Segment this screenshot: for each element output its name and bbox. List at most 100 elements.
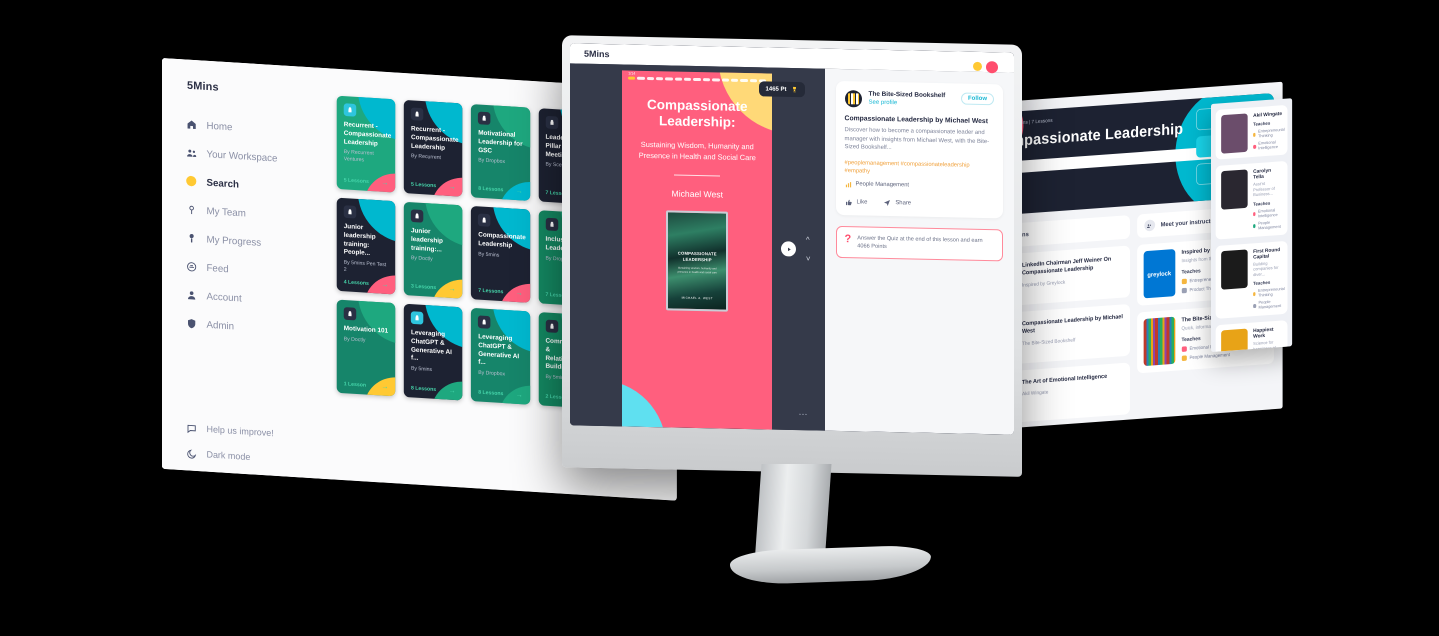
person-sub: Asst'nt Professor of Business... [1253,181,1275,198]
lesson-slide[interactable]: 1/14 Compassionate Leadership: Sustainin… [622,70,773,430]
share-button[interactable]: Share [883,199,911,208]
post-tags[interactable]: #peoplemanagement #compassionateleadersh… [845,159,994,178]
share-label: Share [895,200,912,207]
course-card[interactable]: Recurrent - Compassionate Leadership By R… [403,99,463,197]
sidebar-item-your-workspace[interactable]: Your Workspace [185,146,332,167]
topic-tag: People Management [1181,351,1246,362]
lock-icon [545,319,558,333]
topic-tag: Entrepreneurial Thinking [1253,127,1286,139]
lesson-count: 8 Lessons [478,185,504,193]
arrow-right-icon[interactable]: → [449,182,456,190]
people-column-screen: Akil Wingate Teaches Entrepreneurial Think… [1211,98,1293,352]
arrow-right-icon[interactable]: → [516,187,523,195]
lesson-count: 3 Lessons [410,283,437,291]
dot-icon [185,175,197,188]
sidebar-item-label: My Team [206,204,246,219]
person-card[interactable]: First Round Capital Building companies fo… [1215,240,1288,319]
person-card[interactable]: Happiest WorkScience for happiness at wo… [1215,320,1288,352]
sidebar-item-account[interactable]: Account [185,289,332,310]
greylock-logo: greylock [1143,249,1176,299]
more-options-icon[interactable]: ⋯ [799,409,809,420]
course-card[interactable]: Motivation 101 By Doctly 1 Lesson → [336,299,396,397]
book-subtitle: Sustaining wisdom, humanity and presence… [677,267,717,275]
lock-icon [343,103,357,117]
bookshelf-image [1143,316,1176,367]
lock-icon [343,307,357,321]
chat-icon [185,422,197,435]
teaches-label: Teaches [1253,200,1271,207]
play-button[interactable] [781,241,797,257]
progress-tick [721,78,729,82]
sidebar-item-my-team[interactable]: My Team [185,203,332,224]
person-name: Carolyn Tella [1253,167,1272,181]
publisher-avatar [844,90,862,108]
sidebar-item-label: Account [206,290,242,304]
lesson-count: 4 Lessons [343,279,369,287]
like-label: Like [856,199,868,206]
next-slide-icon[interactable]: ˅ [806,254,811,263]
moon-icon [185,447,197,460]
course-author: By 5mins [478,251,500,258]
slide-nav[interactable]: ^ ˅ [806,235,811,263]
arrow-right-icon[interactable]: → [381,382,388,390]
progress-tick [693,77,701,81]
sidebar-item-label: Admin [206,318,235,332]
progress-tick [749,79,757,82]
person-card[interactable]: Akil Wingate Teaches Entrepreneurial Think… [1215,104,1288,160]
sidebar-item-search[interactable]: Search [185,175,332,196]
team-icon [185,203,197,216]
course-title: Motivational Leadership for GSC [478,128,523,155]
dark-mode-toggle[interactable]: Dark mode [185,447,332,468]
sidebar: 5Mins Home Your Workspace Search My Team… [162,58,333,480]
lock-icon [545,217,558,232]
sidebar-item-feed[interactable]: Feed [185,260,332,281]
arrow-right-icon[interactable]: → [381,280,388,288]
book-title: COMPASSIONATE LEADERSHIP [677,251,717,263]
users-icon [185,146,197,159]
people-icon [1144,219,1155,232]
course-card[interactable]: Motivational Leadership for GSC By Dropbo… [471,104,530,201]
follow-button[interactable]: Follow [961,92,994,106]
course-author: By 5mins Pen Test 2 [343,259,387,273]
sidebar-item-admin[interactable]: Admin [185,317,332,338]
course-author: By Doctly [343,336,366,344]
see-profile-link[interactable]: See profile [869,100,946,108]
lock-icon [343,205,357,219]
course-card[interactable]: Leveraging ChatGPT & Generative AI f... B… [403,303,463,401]
avatar[interactable] [986,61,998,74]
book-cover: COMPASSIONATE LEADERSHIP Sustaining wisd… [666,210,729,313]
arrow-right-icon[interactable]: → [449,386,456,394]
arrow-right-icon[interactable]: → [516,288,523,296]
lesson-author: The Bite-Sized Bookshelf [1021,337,1076,347]
progress-tick [665,77,673,80]
topic-tag: People Management [1253,299,1286,311]
progress-tick [740,78,748,82]
post-category: People Management [845,181,994,191]
course-card[interactable]: Leveraging ChatGPT & Generative AI f... B… [471,307,530,405]
course-author: By Doctly [410,255,433,263]
like-button[interactable]: Like [845,198,868,206]
arrow-right-icon[interactable]: → [381,178,388,186]
person-card[interactable]: Carolyn Tella Asst'nt Professor of Busine… [1215,160,1288,240]
person-name: Akil Wingate [1253,110,1283,119]
sidebar-footer: Help us improve! Dark mode [162,421,332,469]
prev-slide-icon[interactable]: ^ [806,235,811,244]
arrow-right-icon[interactable]: → [516,390,523,398]
lock-icon [410,311,424,325]
person-name: Happiest Work [1253,326,1274,340]
help-us-improve-button[interactable]: Help us improve! [185,422,332,443]
home-icon [185,118,197,131]
course-card[interactable]: Junior leadership training: People... By … [336,197,396,295]
category-label: People Management [855,181,910,189]
arrow-right-icon[interactable]: → [449,284,456,292]
course-card[interactable]: Recurrent - Compassionate Leadership By R… [336,95,396,193]
progress-tick [655,77,664,80]
sidebar-item-label: Your Workspace [206,148,278,164]
sidebar-item-label: Search [206,176,239,190]
progress-tick [730,78,739,82]
course-card[interactable]: Compassionate Leadership By 5mins 7 Lesson… [471,205,530,303]
lesson-count: 8 Lessons [410,385,437,393]
teaches-label: Teaches [1253,280,1271,287]
sidebar-item-my-progress[interactable]: My Progress [185,232,332,253]
course-card[interactable]: Junior leadership training:... By Doctly 3… [403,201,463,299]
